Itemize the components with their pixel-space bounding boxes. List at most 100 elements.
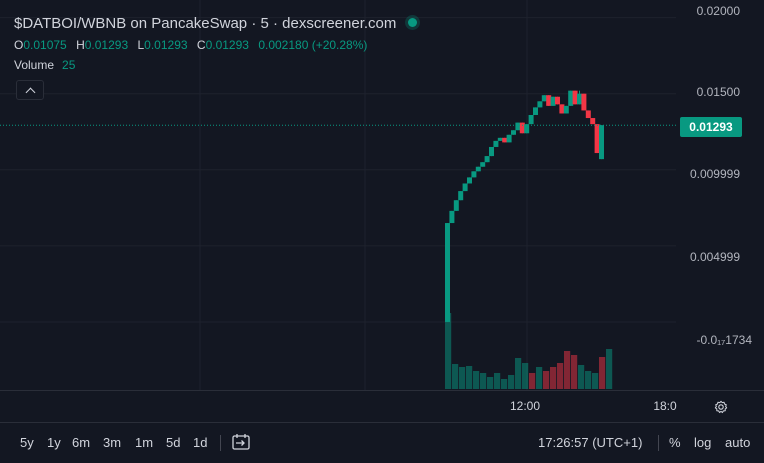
candle-body bbox=[594, 124, 600, 154]
candle-body bbox=[449, 210, 455, 224]
volume-bar bbox=[466, 366, 473, 389]
current-price-label: 0.01293 bbox=[680, 117, 742, 137]
price-tick: -0.0₁₇1734 bbox=[696, 333, 752, 347]
volume-bar bbox=[606, 349, 613, 389]
volume-bar bbox=[508, 375, 515, 389]
gear-icon[interactable] bbox=[714, 400, 728, 414]
open-key: O bbox=[14, 38, 24, 52]
candle-body bbox=[537, 101, 543, 108]
auto-toggle[interactable]: auto bbox=[725, 435, 750, 450]
candle-body bbox=[462, 183, 468, 192]
candle-body bbox=[515, 122, 521, 131]
candle-body bbox=[568, 90, 574, 106]
volume-bar bbox=[585, 371, 592, 389]
volume-legend: Volume 25 bbox=[14, 58, 75, 72]
candle-body bbox=[555, 96, 560, 105]
volume-bar bbox=[571, 355, 578, 389]
divider bbox=[658, 435, 659, 451]
candle-body bbox=[581, 93, 587, 111]
volume-bar bbox=[543, 371, 550, 389]
candle-body bbox=[471, 171, 477, 178]
candle-body bbox=[453, 200, 459, 211]
volume-bar bbox=[592, 373, 599, 389]
timeframe-1d[interactable]: 1d bbox=[193, 435, 207, 450]
volume-bar bbox=[522, 363, 529, 389]
time-axis[interactable]: 12:00 18:0 bbox=[0, 390, 764, 423]
volume-value: 25 bbox=[62, 58, 76, 72]
volume-bar bbox=[494, 373, 501, 389]
candle-body bbox=[528, 115, 534, 125]
candle-body bbox=[572, 90, 578, 105]
candle-body bbox=[467, 177, 472, 184]
candle-body bbox=[590, 118, 596, 125]
timeframe-1m[interactable]: 1m bbox=[135, 435, 153, 450]
candle-body bbox=[541, 95, 547, 102]
volume-bar bbox=[480, 373, 487, 389]
volume-bar bbox=[529, 373, 536, 389]
candlestick-chart[interactable] bbox=[0, 0, 676, 390]
candle-body bbox=[599, 125, 604, 160]
open-value: 0.01075 bbox=[23, 38, 67, 52]
candle-body bbox=[577, 93, 582, 105]
candle-body bbox=[489, 146, 494, 157]
volume-bar bbox=[452, 364, 459, 389]
symbol-title: $DATBOI/WBNB on PancakeSwap · 5 · dexscr… bbox=[14, 15, 397, 32]
collapse-legend-button[interactable] bbox=[16, 80, 44, 100]
candle-body bbox=[484, 156, 490, 163]
candle-body bbox=[480, 162, 486, 167]
timeframe-5y[interactable]: 5y bbox=[20, 435, 34, 450]
candle-body bbox=[493, 140, 499, 147]
volume-bar bbox=[578, 365, 585, 389]
candle-body bbox=[546, 95, 552, 106]
low-value: 0.01293 bbox=[144, 38, 188, 52]
date-range-icon[interactable] bbox=[231, 433, 251, 451]
divider bbox=[220, 435, 221, 451]
timeframe-3m[interactable]: 3m bbox=[103, 435, 121, 450]
volume-bar bbox=[557, 363, 564, 389]
close-value: 0.01293 bbox=[205, 38, 249, 52]
percent-toggle[interactable]: % bbox=[669, 435, 681, 450]
price-tick: 0.02000 bbox=[696, 4, 740, 18]
candle-body bbox=[550, 96, 556, 106]
log-toggle[interactable]: log bbox=[694, 435, 711, 450]
chart-pane[interactable]: $DATBOI/WBNB on PancakeSwap · 5 · dexscr… bbox=[0, 0, 676, 390]
volume-bar bbox=[473, 371, 480, 389]
symbol-legend: $DATBOI/WBNB on PancakeSwap · 5 · dexscr… bbox=[14, 14, 418, 34]
candle-body bbox=[458, 191, 464, 201]
timeframe-1y[interactable]: 1y bbox=[47, 435, 61, 450]
price-tick: 0.004999 bbox=[689, 250, 740, 264]
clock-timezone[interactable]: 17:26:57 (UTC+1) bbox=[538, 435, 642, 450]
volume-bar bbox=[550, 367, 557, 389]
volume-bar bbox=[564, 351, 571, 389]
close-key: C bbox=[196, 38, 206, 52]
candle-body bbox=[533, 107, 538, 115]
candle-body bbox=[502, 137, 508, 143]
candle-body bbox=[475, 166, 481, 172]
chevron-up-icon bbox=[25, 87, 35, 97]
volume-bar bbox=[599, 357, 606, 389]
market-status-icon bbox=[408, 18, 418, 27]
price-scale[interactable]: 0.02000 0.01500 0.009999 0.004999 -0.0₁₇… bbox=[676, 0, 764, 390]
candle-body bbox=[519, 122, 525, 134]
volume-bar bbox=[459, 367, 466, 389]
volume-bar bbox=[536, 367, 543, 389]
high-key: H bbox=[76, 38, 85, 52]
price-tick: 0.009999 bbox=[689, 167, 740, 181]
candle-body bbox=[585, 110, 591, 119]
time-tick: 18:0 bbox=[653, 399, 677, 413]
candle-body bbox=[511, 130, 516, 135]
candle-body bbox=[497, 137, 503, 141]
volume-bar bbox=[487, 377, 494, 389]
change-value: 0.002180 (+20.28%) bbox=[258, 38, 368, 52]
candle-body bbox=[559, 104, 565, 114]
time-tick: 12:00 bbox=[509, 399, 541, 413]
candle-body bbox=[563, 105, 569, 114]
timeframe-6m[interactable]: 6m bbox=[72, 435, 90, 450]
price-tick: 0.01500 bbox=[696, 85, 740, 99]
high-value: 0.01293 bbox=[84, 38, 129, 52]
candle-body bbox=[506, 134, 512, 143]
volume-bar bbox=[515, 358, 522, 389]
timeframe-5d[interactable]: 5d bbox=[166, 435, 180, 450]
candle-body bbox=[445, 223, 450, 322]
ohlc-legend: O0.01075 H0.01293 L0.01293 C0.01293 0.00… bbox=[14, 38, 373, 52]
